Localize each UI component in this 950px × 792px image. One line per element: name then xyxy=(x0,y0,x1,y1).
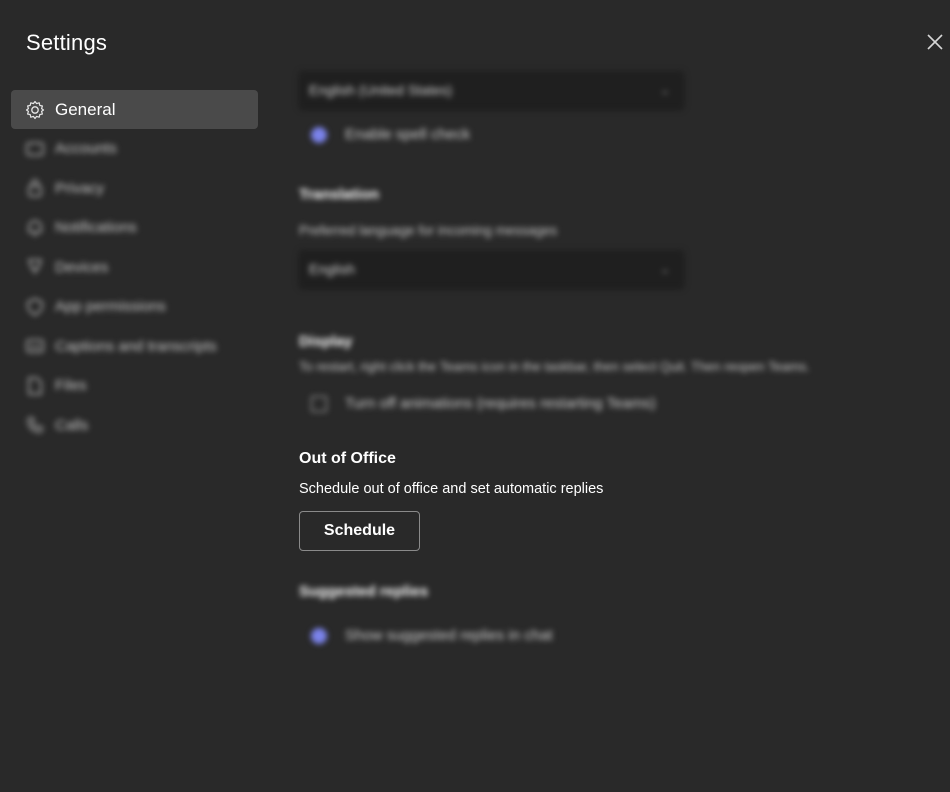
app-language-select[interactable]: English (United States) ⌄ xyxy=(299,71,684,109)
devices-icon xyxy=(24,256,46,278)
translation-heading: Translation xyxy=(299,186,380,203)
chevron-down-icon: ⌄ xyxy=(659,83,670,97)
close-icon xyxy=(927,34,943,50)
sidebar-item-app-permissions[interactable]: App permissions xyxy=(11,287,258,327)
option-label: Enable spell check xyxy=(345,126,471,143)
sidebar-item-label: Privacy xyxy=(55,179,105,197)
checkbox-icon xyxy=(311,395,327,412)
sidebar-item-label: Accounts xyxy=(55,140,117,158)
translation-language-select[interactable]: English ⌄ xyxy=(299,250,684,288)
sidebar-item-privacy[interactable]: Privacy xyxy=(11,169,258,209)
out-of-office-heading: Out of Office xyxy=(299,450,396,467)
close-button[interactable] xyxy=(921,28,949,56)
suggested-replies-option[interactable]: Show suggested replies in chat xyxy=(299,627,553,644)
display-heading: Display xyxy=(299,333,353,350)
sidebar-item-devices[interactable]: Devices xyxy=(11,248,258,288)
sidebar-item-label: General xyxy=(55,99,116,119)
spell-check-option[interactable]: Enable spell check xyxy=(299,126,470,143)
sidebar-item-captions[interactable]: Captions and transcripts xyxy=(11,327,258,367)
sidebar-item-label: Calls xyxy=(55,416,89,434)
sidebar-item-label: Files xyxy=(55,377,87,395)
accounts-icon xyxy=(24,138,46,160)
checkbox-checked-icon xyxy=(311,627,327,644)
select-value: English (United States) xyxy=(309,82,453,98)
translation-description: Preferred language for incoming messages xyxy=(299,223,558,238)
animations-option[interactable]: Turn off animations (requires restarting… xyxy=(299,395,656,412)
option-label: Show suggested replies in chat xyxy=(345,627,553,644)
lock-icon xyxy=(24,177,46,199)
schedule-button[interactable]: Schedule xyxy=(299,511,420,551)
phone-icon xyxy=(24,414,46,436)
sidebar-item-files[interactable]: Files xyxy=(11,366,258,406)
shield-icon xyxy=(24,296,46,318)
checkbox-checked-icon xyxy=(311,126,327,143)
settings-dialog: Settings General Accounts Privacy Notifi… xyxy=(0,0,950,792)
file-icon xyxy=(24,375,46,397)
select-value: English xyxy=(309,261,355,277)
sidebar-item-calls[interactable]: Calls xyxy=(11,406,258,446)
out-of-office-description: Schedule out of office and set automatic… xyxy=(299,481,604,497)
option-label: Turn off animations (requires restarting… xyxy=(345,395,656,412)
sidebar-item-notifications[interactable]: Notifications xyxy=(11,208,258,248)
dialog-title: Settings xyxy=(26,30,108,55)
sidebar-item-label: Notifications xyxy=(55,219,137,237)
sidebar-item-label: Devices xyxy=(55,258,109,276)
suggested-replies-heading: Suggested replies xyxy=(299,583,429,600)
sidebar-item-label: Captions and transcripts xyxy=(55,337,217,355)
sidebar-item-label: App permissions xyxy=(55,298,166,316)
captions-icon xyxy=(24,335,46,357)
gear-icon xyxy=(24,99,46,121)
sidebar-item-accounts[interactable]: Accounts xyxy=(11,129,258,169)
sidebar-item-general[interactable]: General xyxy=(11,90,258,129)
bell-icon xyxy=(24,217,46,239)
chevron-down-icon: ⌄ xyxy=(659,262,670,276)
display-description: To restart, right click the Teams icon i… xyxy=(299,359,810,374)
settings-sidebar: General Accounts Privacy Notifications D xyxy=(11,90,258,445)
